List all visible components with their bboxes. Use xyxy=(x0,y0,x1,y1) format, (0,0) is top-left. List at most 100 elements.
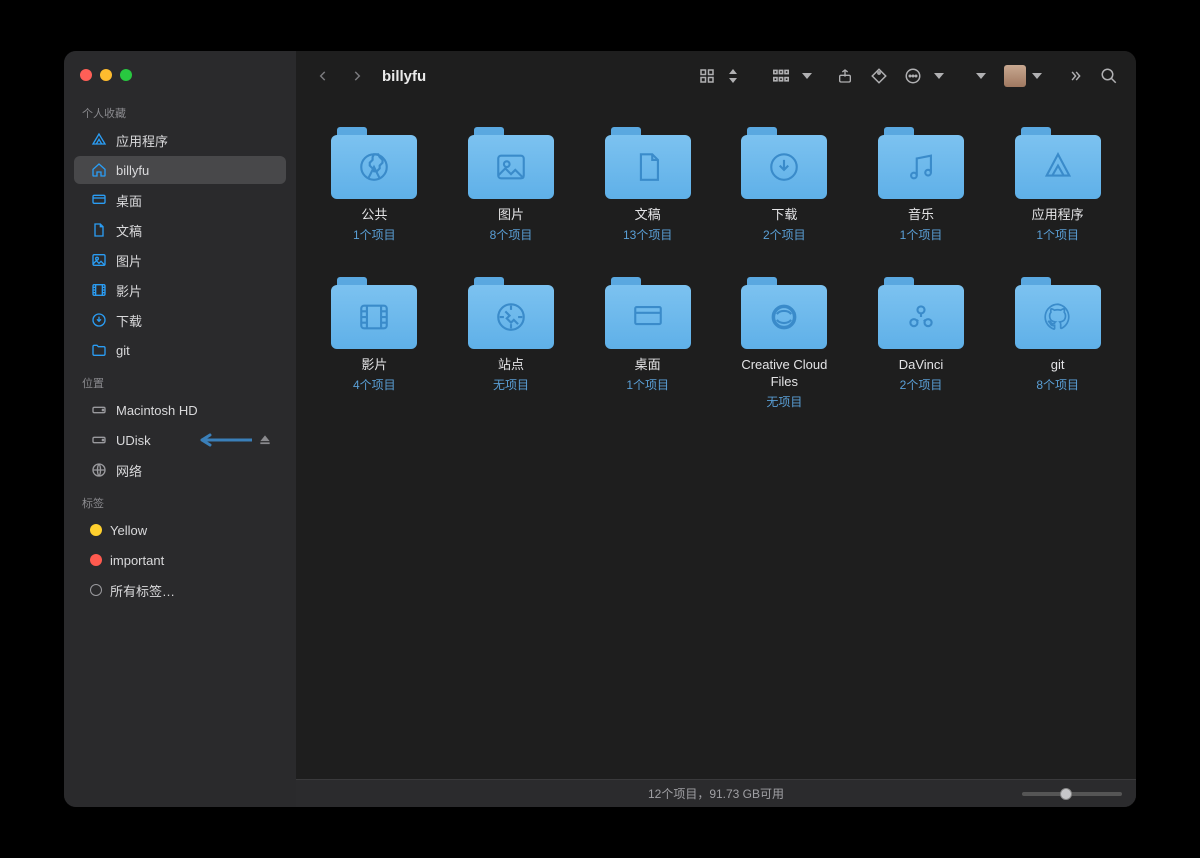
chevron-down-icon[interactable] xyxy=(974,61,988,91)
folder-icon xyxy=(331,127,417,199)
window-controls xyxy=(64,65,296,95)
apps-icon xyxy=(1015,135,1101,199)
search-button[interactable] xyxy=(1094,61,1124,91)
folder-item[interactable]: 影片 4个项目 xyxy=(316,277,433,410)
pictures-icon xyxy=(90,251,108,269)
movies-icon xyxy=(331,285,417,349)
folder-item[interactable]: 音乐 1个项目 xyxy=(863,127,980,243)
folder-icon xyxy=(468,277,554,349)
avatar[interactable] xyxy=(1004,65,1026,87)
documents-icon xyxy=(90,221,108,239)
folder-item[interactable]: 图片 8个项目 xyxy=(453,127,570,243)
share-button[interactable] xyxy=(830,61,860,91)
github-icon xyxy=(1015,285,1101,349)
tags-button[interactable] xyxy=(864,61,894,91)
folder-item-count: 13个项目 xyxy=(623,226,672,243)
music-icon xyxy=(878,135,964,199)
sidebar-item-documents[interactable]: 文稿 xyxy=(74,216,286,244)
sidebar-item-network[interactable]: 网络 xyxy=(74,456,286,484)
view-icons-button[interactable] xyxy=(692,61,722,91)
folder-name: 文稿 xyxy=(635,207,661,224)
sidebar-item-label: 网络 xyxy=(116,461,272,480)
folder-item-count: 无项目 xyxy=(493,376,529,393)
sidebar-item-macintosh-hd[interactable]: Macintosh HD xyxy=(74,396,286,424)
downloads-icon xyxy=(741,135,827,199)
status-text: 12个项目，91.73 GB可用 xyxy=(648,785,784,802)
sidebar-item-label: 图片 xyxy=(116,251,272,270)
folder-icon xyxy=(605,127,691,199)
content-area[interactable]: 公共 1个项目 图片 8个项目 文稿 13个项目 下载 2个项 xyxy=(296,101,1136,779)
folder-item[interactable]: DaVinci 2个项目 xyxy=(863,277,980,410)
minimize-button[interactable] xyxy=(100,69,112,81)
folder-name: 桌面 xyxy=(635,357,661,374)
folder-name: Creative Cloud Files xyxy=(726,357,843,391)
folder-item[interactable]: 公共 1个项目 xyxy=(316,127,433,243)
close-button[interactable] xyxy=(80,69,92,81)
desktop-icon xyxy=(605,285,691,349)
folder-item[interactable]: git 8个项目 xyxy=(999,277,1116,410)
sidebar-section-locations-header: 位置 xyxy=(64,365,296,395)
annotation-arrow-icon xyxy=(192,432,252,448)
toolbar: billyfu xyxy=(296,51,1136,101)
sidebar-item-git[interactable]: git xyxy=(74,336,286,364)
downloads-icon xyxy=(90,311,108,329)
folder-icon xyxy=(605,277,691,349)
sidebar-item-desktop[interactable]: 桌面 xyxy=(74,186,286,214)
view-switcher-stepper[interactable] xyxy=(726,61,740,91)
sidebar-tag-important[interactable]: important xyxy=(74,546,286,574)
home-icon xyxy=(90,161,108,179)
chevron-down-icon[interactable] xyxy=(932,61,946,91)
sidebar-item-home[interactable]: billyfu xyxy=(74,156,286,184)
folder-icon xyxy=(1015,127,1101,199)
network-icon xyxy=(90,461,108,479)
sidebar-item-label: 所有标签… xyxy=(110,581,272,600)
sidebar-item-movies[interactable]: 影片 xyxy=(74,276,286,304)
sidebar-item-label: 影片 xyxy=(116,281,272,300)
sidebar-item-label: important xyxy=(110,553,272,568)
folder-item-count: 8个项目 xyxy=(490,226,533,243)
sidebar-item-label: 应用程序 xyxy=(116,131,272,150)
tag-dot-icon xyxy=(90,554,102,566)
sidebar-section-favorites-header: 个人收藏 xyxy=(64,95,296,125)
chevron-down-icon[interactable] xyxy=(1030,61,1044,91)
folder-item[interactable]: Creative Cloud Files 无项目 xyxy=(726,277,843,410)
folder-name: 音乐 xyxy=(908,207,934,224)
folder-item-count: 1个项目 xyxy=(353,226,396,243)
sidebar-item-applications[interactable]: 应用程序 xyxy=(74,126,286,154)
icon-size-slider[interactable] xyxy=(1022,792,1122,796)
folder-item[interactable]: 桌面 1个项目 xyxy=(589,277,706,410)
forward-button[interactable] xyxy=(342,61,372,91)
zoom-button[interactable] xyxy=(120,69,132,81)
folder-item[interactable]: 下载 2个项目 xyxy=(726,127,843,243)
folder-item[interactable]: 应用程序 1个项目 xyxy=(999,127,1116,243)
sidebar-section-tags-header: 标签 xyxy=(64,485,296,515)
statusbar: 12个项目，91.73 GB可用 xyxy=(296,779,1136,807)
folder-item[interactable]: 文稿 13个项目 xyxy=(589,127,706,243)
apps-icon xyxy=(90,131,108,149)
sidebar-item-downloads[interactable]: 下载 xyxy=(74,306,286,334)
group-by-button[interactable] xyxy=(766,61,796,91)
chevron-down-icon[interactable] xyxy=(800,61,814,91)
folder-item-count: 1个项目 xyxy=(900,226,943,243)
folder-name: 影片 xyxy=(361,357,387,374)
folder-name: DaVinci xyxy=(899,357,944,374)
back-button[interactable] xyxy=(308,61,338,91)
folder-item-count: 2个项目 xyxy=(763,226,806,243)
sidebar-item-label: git xyxy=(116,343,272,358)
folder-name: 下载 xyxy=(771,207,797,224)
slider-thumb[interactable] xyxy=(1060,788,1072,800)
folder-name: 公共 xyxy=(361,207,387,224)
eject-icon[interactable] xyxy=(258,433,272,447)
sidebar-item-label: 下载 xyxy=(116,311,272,330)
folder-item[interactable]: 站点 无项目 xyxy=(453,277,570,410)
cloud-icon xyxy=(741,285,827,349)
overflow-button[interactable] xyxy=(1060,61,1090,91)
action-menu-button[interactable] xyxy=(898,61,928,91)
sidebar-item-pictures[interactable]: 图片 xyxy=(74,246,286,274)
finder-window: 个人收藏 应用程序 billyfu 桌面 文稿 图片 影片 下载 xyxy=(64,51,1136,807)
sidebar-item-udisk[interactable]: UDisk xyxy=(74,426,286,454)
tag-all-icon xyxy=(90,584,102,596)
sidebar-tag-all[interactable]: 所有标签… xyxy=(74,576,286,604)
sidebar-tag-yellow[interactable]: Yellow xyxy=(74,516,286,544)
folder-icon xyxy=(468,127,554,199)
